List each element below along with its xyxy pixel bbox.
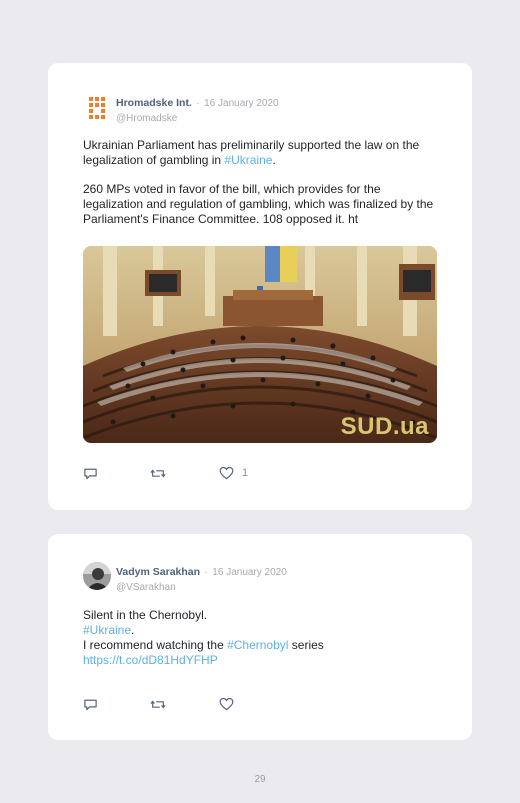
tweet-text: Silent in the Chernobyl. #Ukraine. I rec…	[83, 608, 443, 668]
tweet-actions	[83, 696, 283, 712]
author-name[interactable]: Hromadske Int.	[116, 97, 192, 109]
tweet-date[interactable]: 16 January 2020	[212, 567, 287, 578]
date-separator: ·	[196, 98, 200, 109]
tweet-header: Vadym Sarakhan · 16 January 2020 @VSarak…	[83, 562, 452, 596]
tweet-date[interactable]: 16 January 2020	[204, 98, 279, 109]
vadym-avatar[interactable]	[83, 562, 111, 590]
like-button[interactable]	[219, 696, 234, 712]
hashtag-link[interactable]: #Ukraine	[83, 623, 131, 637]
tweet-text: Ukrainian Parliament has preliminarily s…	[83, 138, 443, 227]
heart-icon	[219, 466, 234, 480]
author-name[interactable]: Vadym Sarakhan	[116, 566, 200, 578]
heart-icon	[219, 697, 234, 711]
author-handle[interactable]: @Hromadske	[116, 113, 279, 124]
tweet-line: #Ukraine.	[83, 623, 135, 637]
like-button[interactable]: 1	[219, 465, 248, 481]
tweet-paragraph: 260 MPs voted in favor of the bill, whic…	[83, 182, 434, 226]
hashtag-link[interactable]: #Ukraine	[224, 153, 272, 167]
tweet-card-hromadske: Hromadske Int. · 16 January 2020 @Hromad…	[48, 63, 472, 510]
reply-icon	[84, 699, 97, 710]
date-separator: ·	[204, 567, 208, 578]
retweet-button[interactable]	[150, 465, 166, 481]
tweet-photo[interactable]: SUD.ua	[83, 246, 437, 443]
reply-icon	[84, 468, 97, 479]
author-handle[interactable]: @VSarakhan	[116, 582, 287, 593]
retweet-button[interactable]	[150, 696, 166, 712]
retweet-icon	[150, 699, 166, 709]
reply-button[interactable]	[83, 696, 98, 712]
hashtag-link[interactable]: #Chernobyl	[227, 638, 288, 652]
tweet-header: Hromadske Int. · 16 January 2020 @Hromad…	[83, 93, 452, 127]
tweet-actions: 1	[83, 465, 283, 481]
reply-button[interactable]	[83, 465, 98, 481]
tweet-line: https://t.co/dD81HdYFHP	[83, 653, 443, 668]
like-count: 1	[242, 467, 249, 479]
page-number: 29	[254, 774, 266, 785]
tweet-line: I recommend watching the #Chernobyl seri…	[83, 638, 324, 652]
url-link[interactable]: https://t.co/dD81HdYFHP	[83, 653, 218, 667]
tweet-card-sarakhan: Vadym Sarakhan · 16 January 2020 @VSarak…	[48, 534, 472, 740]
hromadske-logo-icon[interactable]	[83, 93, 111, 121]
retweet-icon	[150, 468, 166, 478]
photo-watermark: SUD.ua	[340, 413, 429, 440]
tweet-line: Silent in the Chernobyl.	[83, 608, 208, 622]
tweet-paragraph: Ukrainian Parliament has preliminarily s…	[83, 138, 420, 167]
